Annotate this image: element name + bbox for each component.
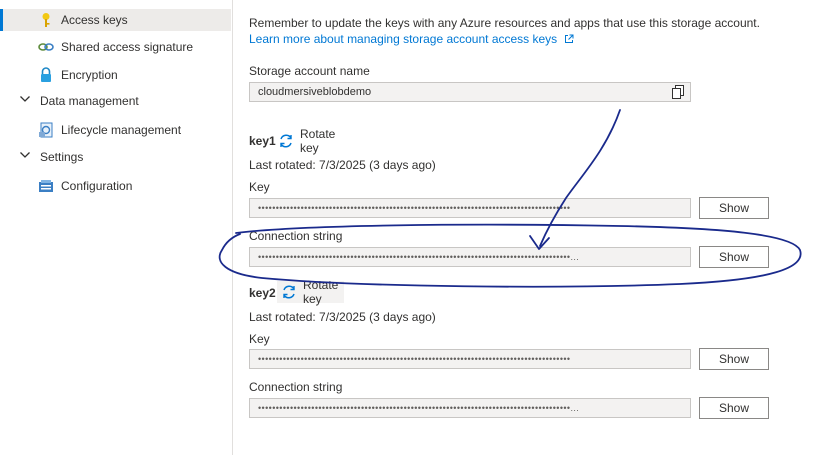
key2-key-field[interactable]: ••••••••••••••••••••••••••••••••••••••••… bbox=[249, 349, 691, 369]
sidebar-item-label: Configuration bbox=[61, 179, 133, 193]
sidebar-item-label: Lifecycle management bbox=[61, 123, 182, 137]
key2-rotate-button[interactable]: Rotate key bbox=[277, 278, 345, 306]
sidebar-nav: Access keys Shared access signature Encr… bbox=[0, 0, 233, 455]
chevron-down-icon bbox=[19, 93, 35, 109]
storage-account-field[interactable]: cloudmersiveblobdemo bbox=[249, 82, 691, 102]
key2-key-label: Key bbox=[249, 332, 270, 346]
key1-key-value: ••••••••••••••••••••••••••••••••••••••••… bbox=[258, 203, 571, 213]
key1-key-show-button[interactable]: Show bbox=[699, 197, 769, 219]
reminder-text: Remember to update the keys with any Azu… bbox=[249, 16, 760, 30]
sidebar-group-label: Data management bbox=[40, 94, 139, 108]
sidebar-item-encryption[interactable]: Encryption bbox=[0, 64, 231, 86]
configuration-icon bbox=[38, 178, 54, 194]
key1-key-label: Key bbox=[249, 180, 270, 194]
key1-connection-string-show-button[interactable]: Show bbox=[699, 246, 769, 268]
key-icon bbox=[38, 12, 54, 28]
sidebar-group-label: Settings bbox=[40, 150, 84, 164]
sidebar-item-access-keys[interactable]: Access keys bbox=[0, 9, 231, 31]
sidebar-item-configuration[interactable]: Configuration bbox=[0, 175, 231, 197]
rotate-key-label: Rotate key bbox=[300, 127, 336, 155]
external-link-icon bbox=[564, 33, 574, 47]
key2-connection-string-field[interactable]: ••••••••••••••••••••••••••••••••••••••••… bbox=[249, 398, 691, 418]
key2-connection-string-show-button[interactable]: Show bbox=[699, 397, 769, 419]
learn-more-link[interactable]: Learn more about managing storage accoun… bbox=[249, 32, 574, 47]
sidebar-item-label: Access keys bbox=[61, 13, 128, 27]
chevron-down-icon bbox=[19, 149, 35, 165]
annotation-arrow bbox=[539, 109, 621, 247]
storage-account-label: Storage account name bbox=[249, 64, 370, 78]
key2-last-rotated: Last rotated: 7/3/2025 (3 days ago) bbox=[249, 310, 436, 324]
lock-icon bbox=[38, 67, 54, 83]
rotate-icon bbox=[278, 133, 294, 149]
sidebar-group-settings[interactable]: Settings bbox=[0, 146, 231, 168]
rotate-icon bbox=[281, 284, 297, 300]
sidebar-item-lifecycle-management[interactable]: Lifecycle management bbox=[0, 119, 231, 141]
sidebar-group-data-management[interactable]: Data management bbox=[0, 90, 231, 112]
learn-more-link-label: Learn more about managing storage accoun… bbox=[249, 32, 558, 46]
sidebar-item-label: Shared access signature bbox=[61, 40, 194, 54]
storage-account-value: cloudmersiveblobdemo bbox=[258, 86, 372, 98]
copy-icon[interactable] bbox=[672, 85, 684, 101]
key2-connection-string-value: ••••••••••••••••••••••••••••••••••••••••… bbox=[258, 403, 580, 413]
lifecycle-icon bbox=[38, 122, 54, 138]
key1-title: key1 bbox=[249, 134, 276, 148]
key2-title: key2 bbox=[249, 286, 276, 300]
key2-connection-string-label: Connection string bbox=[249, 380, 343, 394]
key2-key-value: ••••••••••••••••••••••••••••••••••••••••… bbox=[258, 354, 571, 364]
link-icon bbox=[38, 39, 54, 55]
sidebar-item-shared-access-signature[interactable]: Shared access signature bbox=[0, 36, 231, 58]
key1-key-field[interactable]: ••••••••••••••••••••••••••••••••••••••••… bbox=[249, 198, 691, 218]
key1-connection-string-value: ••••••••••••••••••••••••••••••••••••••••… bbox=[258, 252, 580, 262]
sidebar-item-label: Encryption bbox=[61, 68, 118, 82]
key1-rotate-button[interactable]: Rotate key bbox=[278, 127, 336, 155]
rotate-key-label: Rotate key bbox=[303, 278, 339, 306]
key2-key-show-button[interactable]: Show bbox=[699, 348, 769, 370]
key1-last-rotated: Last rotated: 7/3/2025 (3 days ago) bbox=[249, 158, 436, 172]
key1-connection-string-field[interactable]: ••••••••••••••••••••••••••••••••••••••••… bbox=[249, 247, 691, 267]
key1-connection-string-label: Connection string bbox=[249, 229, 343, 243]
